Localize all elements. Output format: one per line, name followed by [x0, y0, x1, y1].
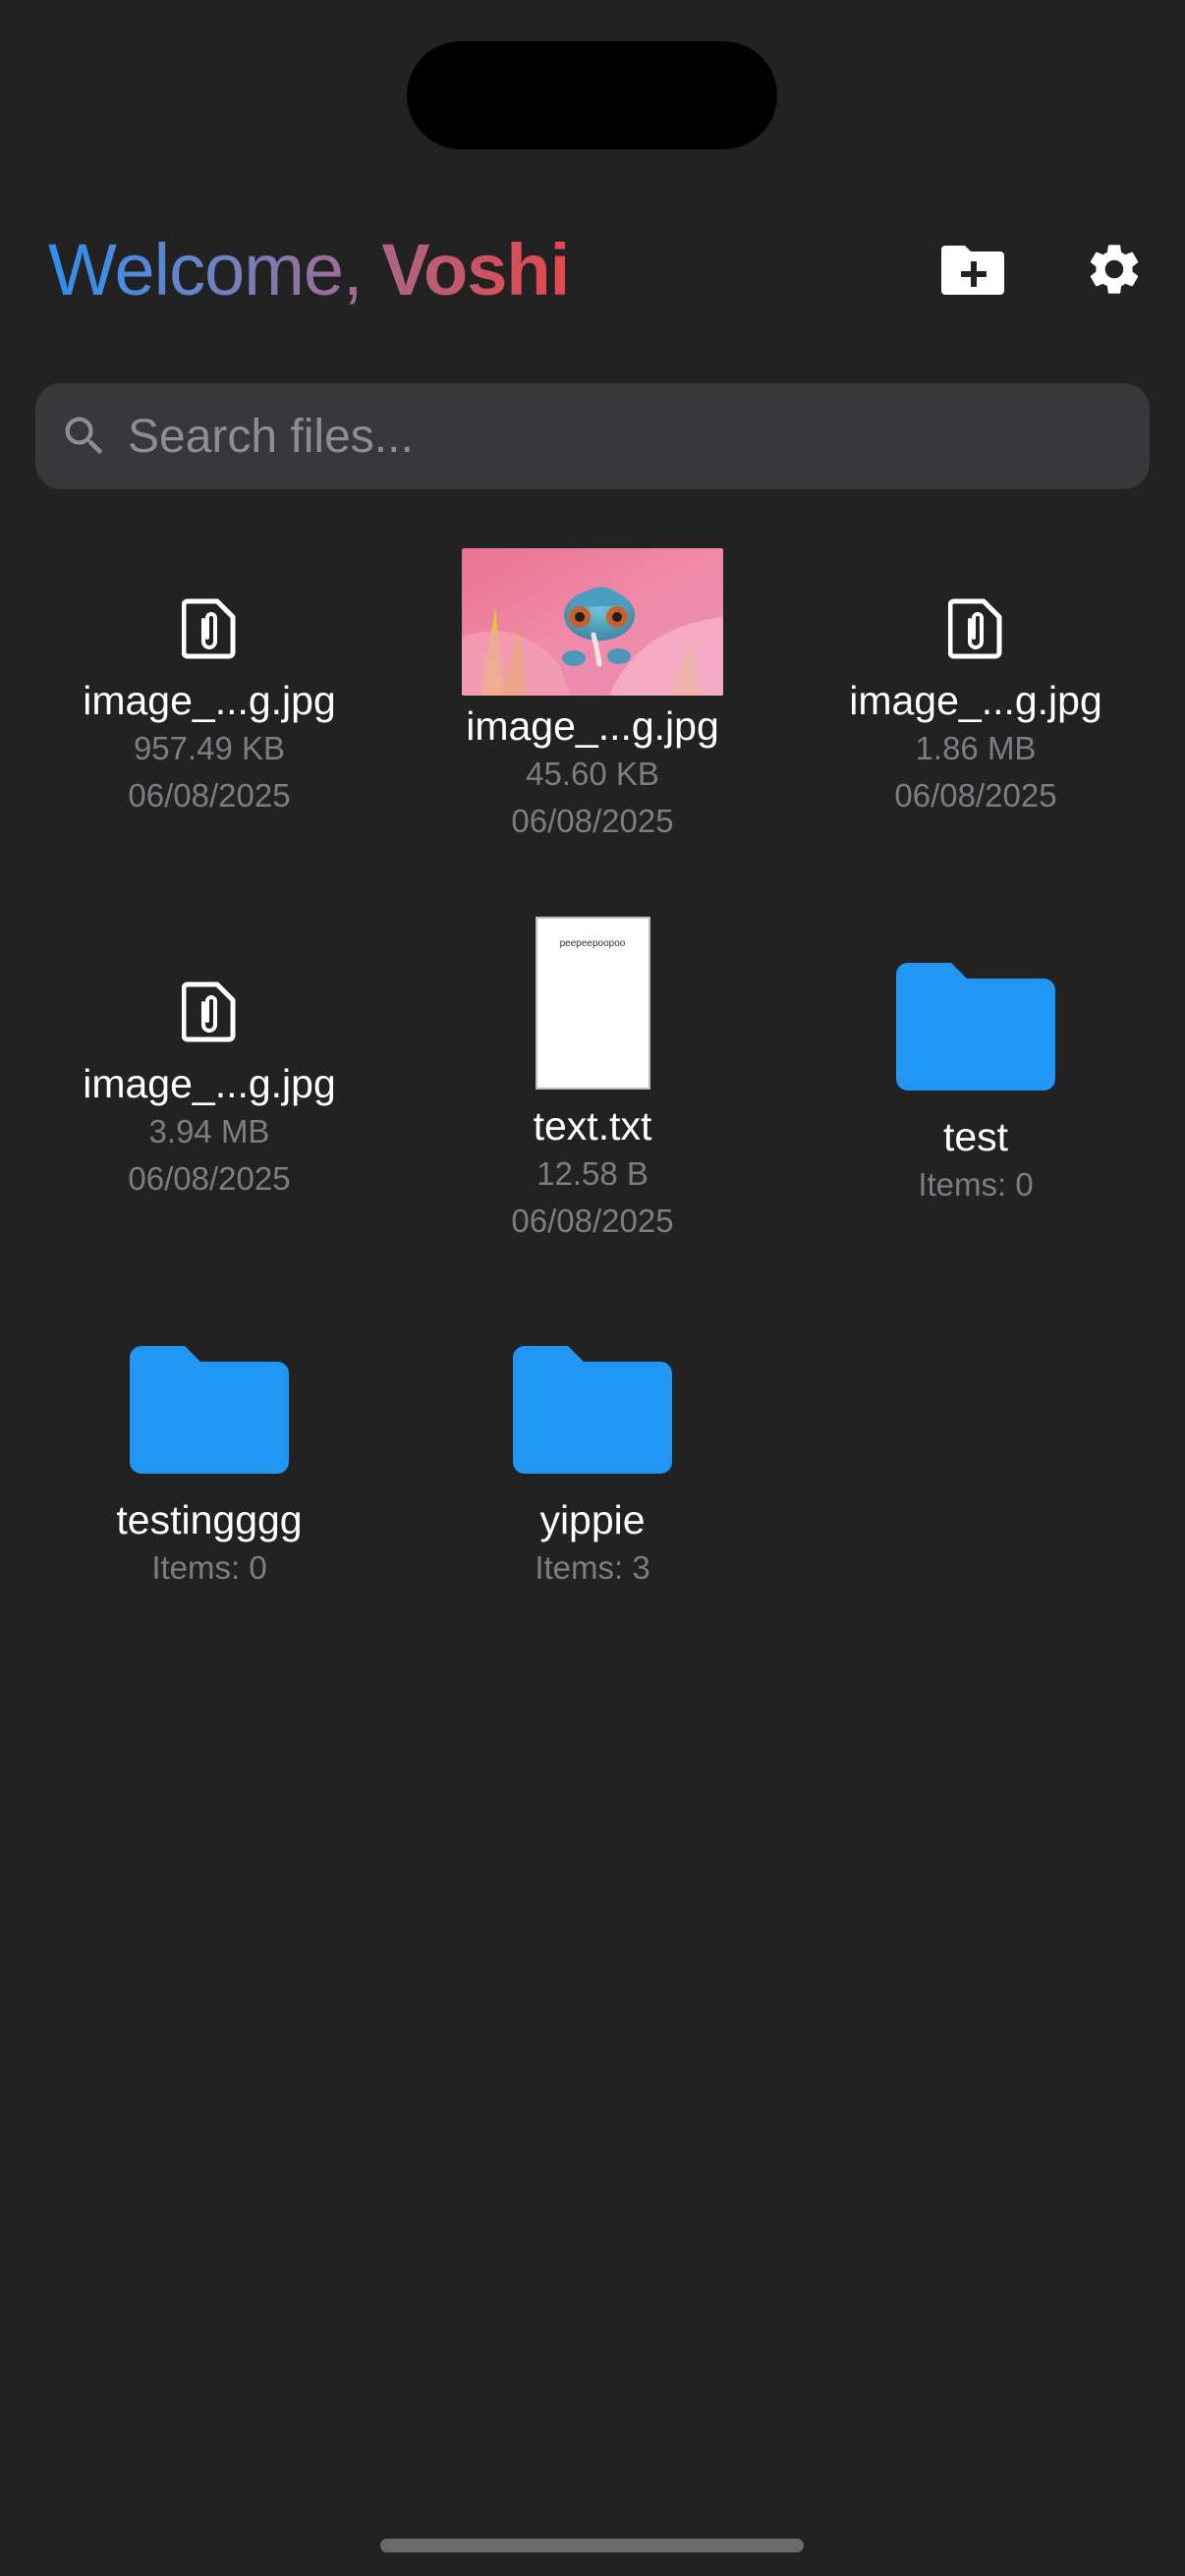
item-name: test [942, 1114, 1009, 1159]
folder-item[interactable]: testingggg Items: 0 [18, 1346, 401, 1592]
item-size: 45.60 KB [526, 756, 659, 792]
chameleon-on-flower-thumbnail [462, 548, 723, 696]
item-name: yippie [539, 1497, 646, 1542]
item-date: 06/08/2025 [511, 803, 674, 839]
search-input[interactable] [128, 383, 1130, 489]
item-date: 06/08/2025 [511, 1203, 674, 1239]
text-file-item[interactable]: peepeepoopoo text.txt 12.58 B 06/08/2025 [401, 917, 784, 1245]
item-size: 957.49 KB [133, 730, 286, 766]
folder-icon [130, 1346, 289, 1474]
attachment-file-icon [182, 598, 236, 659]
folder-icon [513, 1346, 672, 1474]
folder-icon [896, 963, 1055, 1091]
item-name: image_...g.jpg [83, 678, 336, 723]
item-name: image_...g.jpg [849, 678, 1102, 723]
create-new-folder-icon [941, 246, 1004, 295]
dynamic-island [407, 41, 777, 149]
user-name: Voshi [381, 229, 570, 310]
text-preview-content: peepeepoopoo [559, 938, 626, 949]
item-name: testingggg [116, 1497, 303, 1542]
attachment-file-icon [182, 981, 236, 1042]
item-date: 06/08/2025 [128, 777, 291, 813]
folder-item[interactable]: test Items: 0 [784, 963, 1167, 1208]
home-indicator[interactable] [380, 2539, 804, 2552]
welcome-greeting: Welcome, Voshi [48, 226, 569, 314]
file-item[interactable]: image_...g.jpg 3.94 MB 06/08/2025 [18, 973, 401, 1203]
item-name: image_...g.jpg [466, 703, 719, 749]
folder-item[interactable]: yippie Items: 3 [401, 1346, 784, 1592]
new-folder-button[interactable] [933, 230, 1012, 308]
item-size: 3.94 MB [148, 1113, 270, 1149]
item-name: image_...g.jpg [83, 1061, 336, 1106]
attachment-file-icon [948, 598, 1002, 659]
settings-button[interactable] [1075, 230, 1154, 308]
item-size: 1.86 MB [915, 730, 1037, 766]
item-date: 06/08/2025 [128, 1160, 291, 1197]
item-size: 12.58 B [536, 1155, 649, 1192]
search-bar[interactable] [35, 383, 1150, 489]
image-item[interactable]: image_...g.jpg 45.60 KB 06/08/2025 [401, 548, 784, 845]
text-file-preview: peepeepoopoo [535, 917, 650, 1090]
header: Welcome, Voshi [0, 216, 1185, 314]
file-item[interactable]: image_...g.jpg 1.86 MB 06/08/2025 [784, 589, 1167, 819]
gear-icon [1090, 245, 1139, 294]
item-count: Items: 0 [151, 1549, 267, 1586]
greeting-text: Welcome, [48, 229, 382, 310]
item-count: Items: 0 [918, 1166, 1034, 1203]
item-date: 06/08/2025 [894, 777, 1057, 813]
item-count: Items: 3 [535, 1549, 650, 1586]
item-name: text.txt [533, 1103, 652, 1148]
file-item[interactable]: image_...g.jpg 957.49 KB 06/08/2025 [18, 589, 401, 819]
search-icon [65, 417, 103, 455]
